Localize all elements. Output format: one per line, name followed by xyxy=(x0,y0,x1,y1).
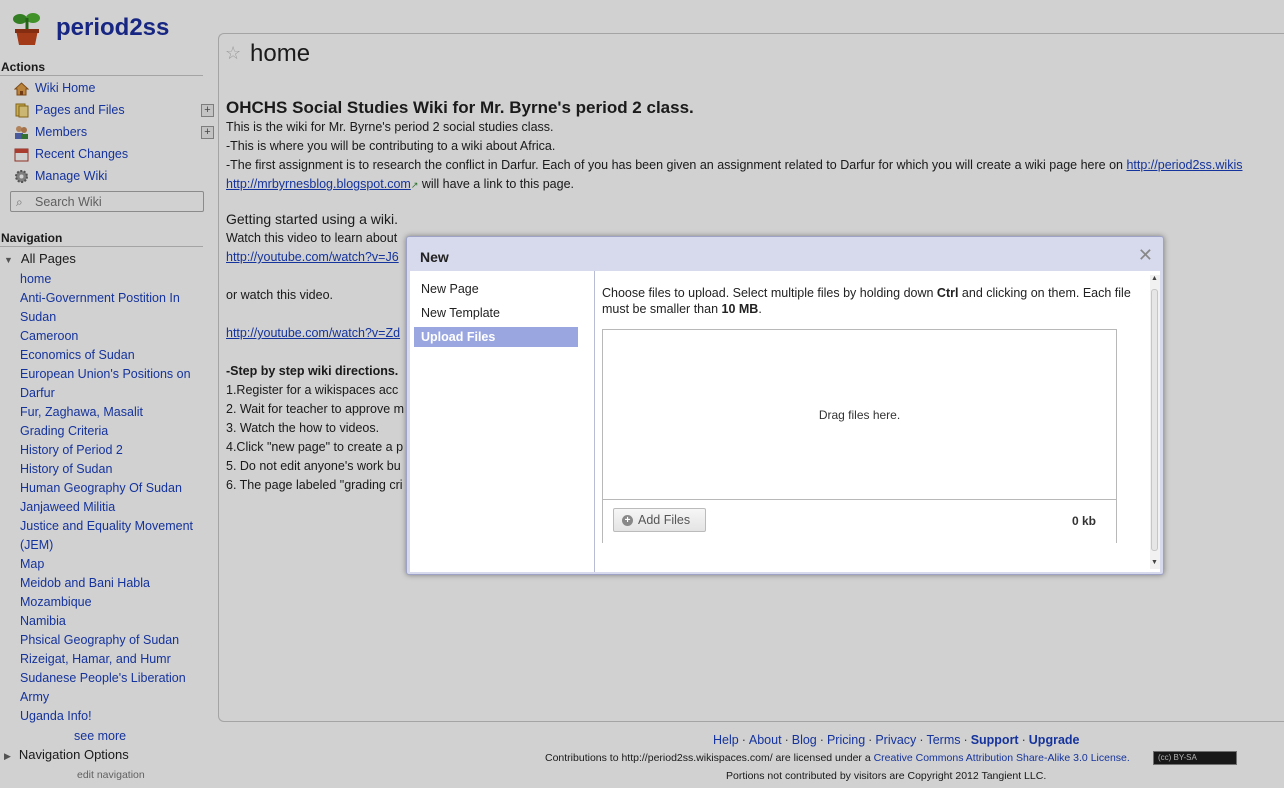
scroll-up-icon[interactable]: ▲ xyxy=(1151,275,1158,282)
menu-item-new-template[interactable]: New Template xyxy=(414,303,578,323)
add-files-button[interactable]: + Add Files xyxy=(613,508,706,532)
plus-circle-icon: + xyxy=(622,514,633,526)
scroll-thumb[interactable] xyxy=(1151,289,1158,551)
upload-panel: Choose files to upload. Select multiple … xyxy=(595,271,1160,572)
dialog-title: New xyxy=(420,249,449,265)
scroll-down-icon[interactable]: ▼ xyxy=(1151,559,1158,566)
dropzone-label: Drag files here. xyxy=(818,408,901,422)
file-dropzone[interactable]: Drag files here. + Add Files 0 kb xyxy=(602,329,1117,543)
close-icon[interactable]: ✕ xyxy=(1138,245,1153,266)
scrollbar[interactable]: ▲ ▼ xyxy=(1150,275,1160,569)
total-size: 0 kb xyxy=(1071,514,1096,528)
add-files-label: Add Files xyxy=(638,513,691,527)
upload-instructions: Choose files to upload. Select multiple … xyxy=(602,286,1131,316)
dropzone-footer: + Add Files 0 kb xyxy=(603,499,1116,543)
dialog-body: New Page New Template Upload Files Choos… xyxy=(410,271,1160,572)
wiki-page: period2ss Actions Wiki Home Pages and Fi… xyxy=(0,0,1284,788)
menu-item-upload-files[interactable]: Upload Files xyxy=(414,327,578,347)
dialog-menu: New Page New Template Upload Files xyxy=(410,271,595,572)
menu-item-new-page[interactable]: New Page xyxy=(414,279,578,299)
new-dialog: New ✕ New Page New Template Upload Files… xyxy=(406,236,1164,575)
